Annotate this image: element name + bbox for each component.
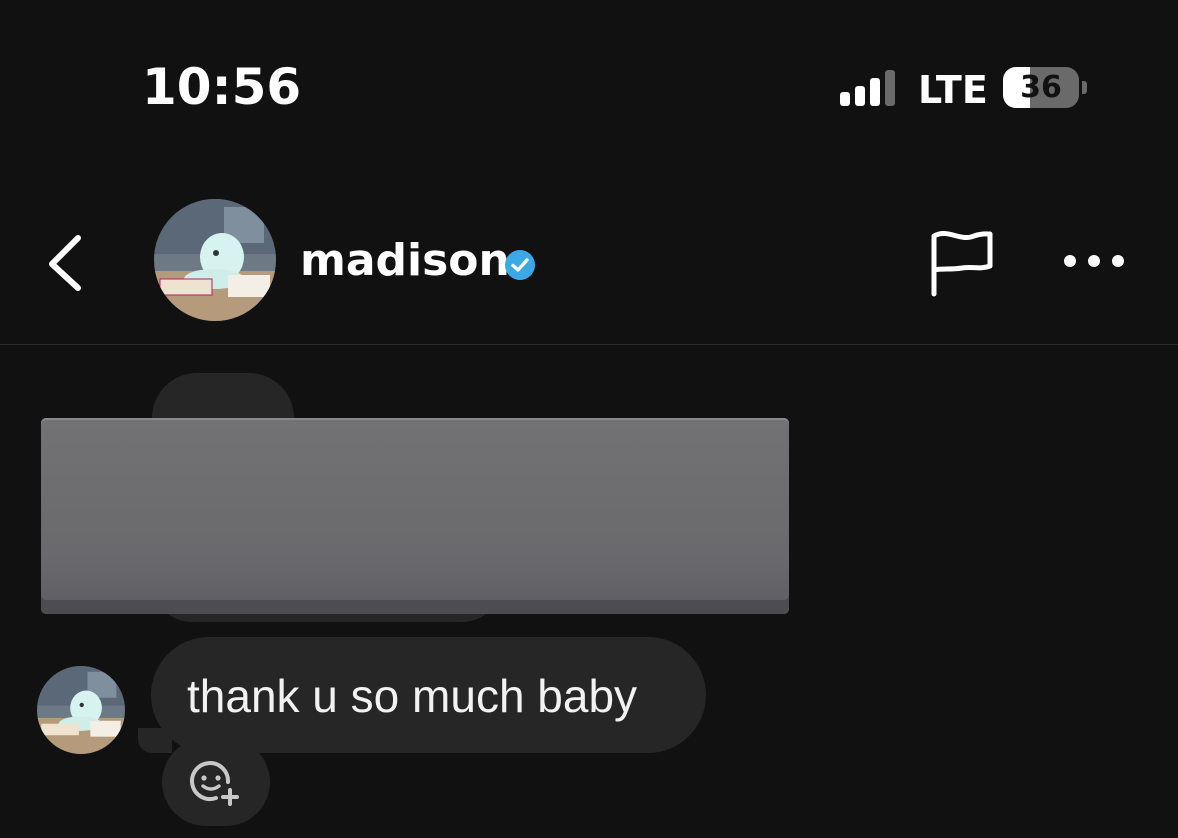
sender-avatar[interactable] (37, 666, 125, 754)
redaction-overlay (41, 418, 789, 614)
back-button[interactable] (40, 232, 90, 292)
battery-level: 36 (1020, 70, 1062, 105)
more-horizontal-icon (1064, 255, 1124, 267)
more-options-button[interactable] (1058, 244, 1130, 278)
profile-avatar[interactable] (154, 199, 276, 321)
network-type: LTE (918, 68, 988, 112)
chevron-left-icon (49, 235, 81, 291)
report-flag-button[interactable] (926, 226, 998, 298)
status-time: 10:56 (142, 58, 302, 116)
battery-icon: 36 (1003, 67, 1079, 108)
header-divider (0, 344, 1178, 345)
signal-strength-icon (840, 70, 898, 106)
username[interactable]: madison (300, 235, 510, 286)
battery-tip (1082, 81, 1087, 94)
message-bubble[interactable]: thank u so much baby (151, 637, 706, 753)
message-text: thank u so much baby (187, 670, 638, 722)
flag-icon (931, 230, 993, 297)
add-reaction-button[interactable] (162, 738, 270, 826)
verified-badge-icon (505, 250, 535, 280)
add-reaction-icon (190, 761, 239, 806)
